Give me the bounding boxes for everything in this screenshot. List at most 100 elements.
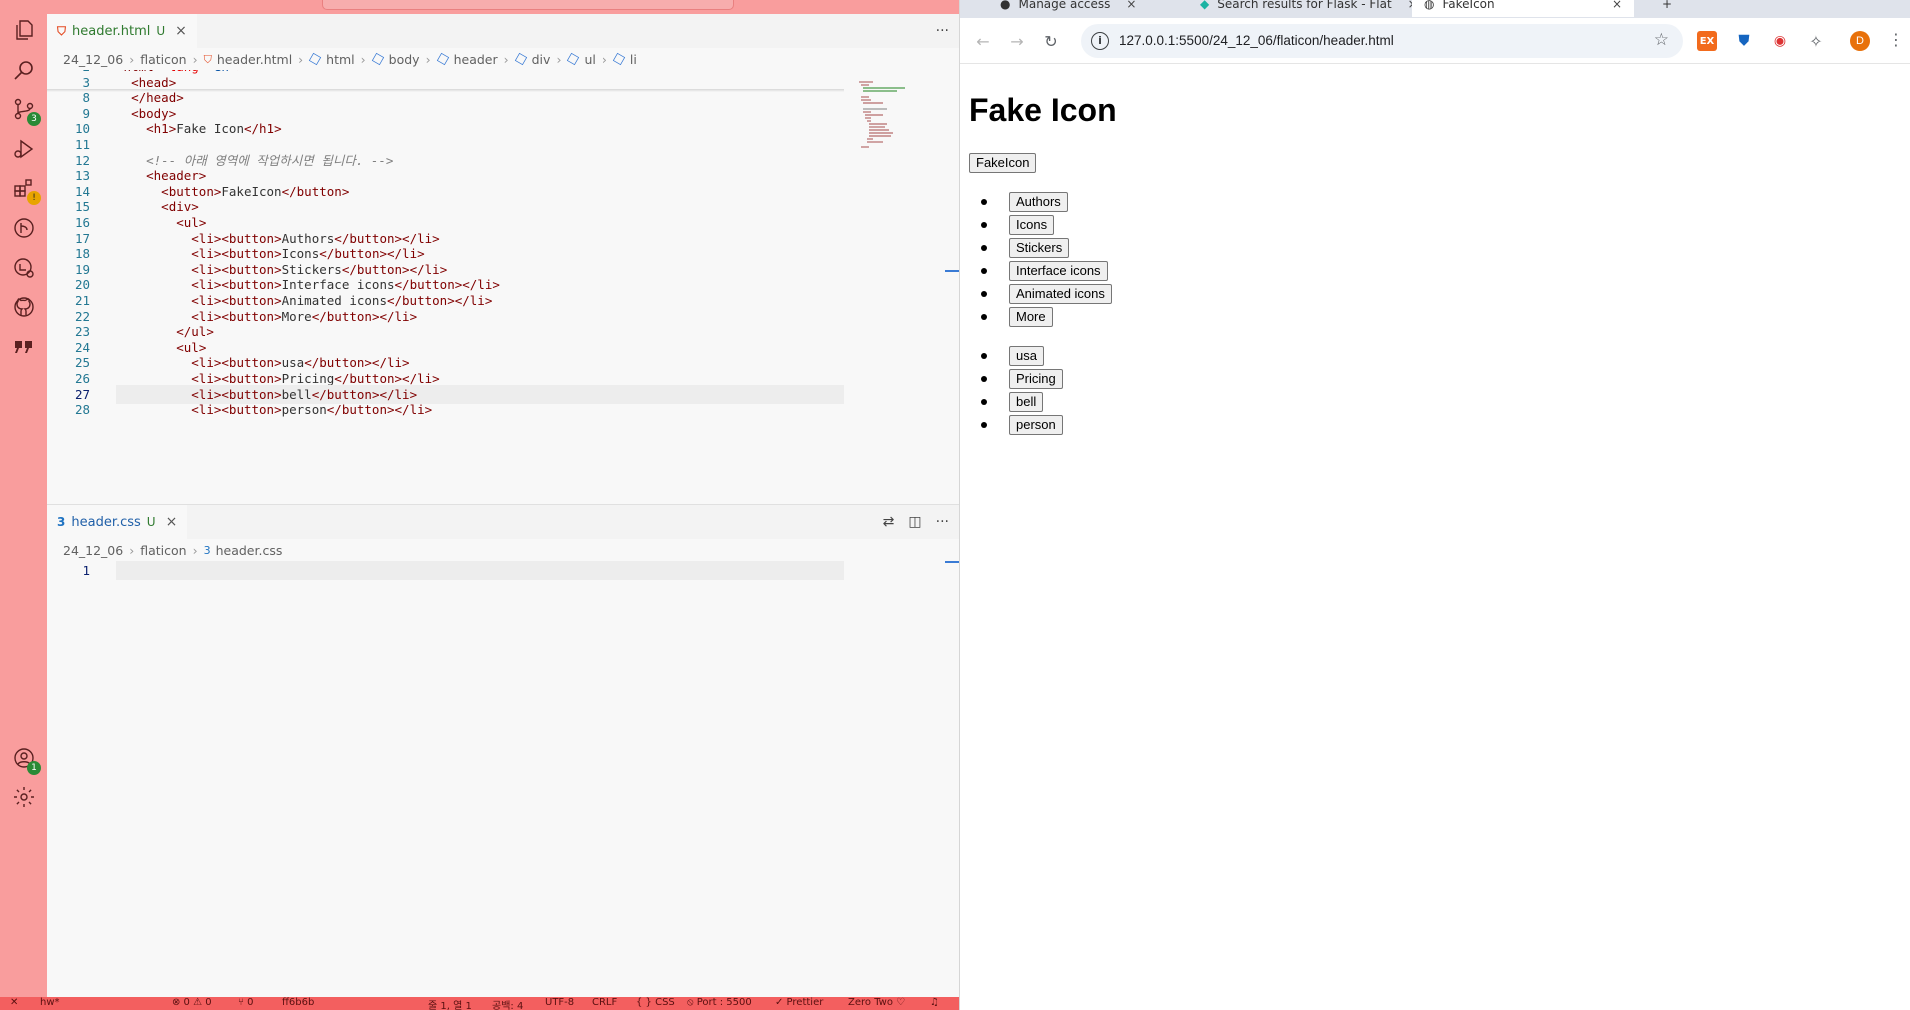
command-center[interactable] (322, 0, 734, 10)
address-url[interactable]: 127.0.0.1:5500/24_12_06/flaticon/header.… (1119, 24, 1394, 58)
browser-tab-title: FakeIcon (1442, 0, 1495, 11)
open-changes-icon[interactable]: ⇄ (883, 514, 895, 530)
profile-avatar[interactable]: D (1850, 31, 1870, 51)
source-control-icon[interactable]: 3 (11, 96, 41, 126)
breadcrumb-item[interactable]: 24_12_06 (63, 52, 123, 67)
nav-icons-button[interactable]: Icons (1009, 215, 1055, 235)
code-token: </ (326, 402, 342, 418)
more-actions-icon[interactable]: ··· (936, 514, 949, 530)
breadcrumb-item[interactable]: header.css (216, 543, 283, 558)
symbol-element-icon (612, 52, 625, 66)
breadcrumb-item[interactable]: flaticon (140, 543, 186, 558)
status-encoding[interactable]: UTF-8 (545, 997, 574, 1008)
chrome-menu-icon[interactable]: ⋮ (1888, 30, 1904, 49)
bookmark-star-icon[interactable]: ☆ (1654, 30, 1669, 50)
browser-toolbar: ← → ↻ i 127.0.0.1:5500/24_12_06/flaticon… (960, 18, 1910, 64)
breadcrumb-item[interactable]: li (630, 52, 637, 67)
browser-tab-close-icon[interactable]: × (1612, 0, 1622, 11)
css-editor[interactable]: 1 (47, 561, 959, 997)
remote-indicator-icon[interactable]: ✕ (10, 997, 18, 1008)
breadcrumb-separator: › (503, 51, 509, 67)
address-bar[interactable]: i 127.0.0.1:5500/24_12_06/flaticon/heade… (1081, 24, 1683, 58)
brand-button[interactable]: FakeIcon (969, 153, 1037, 173)
breadcrumb-item[interactable]: 24_12_06 (63, 543, 123, 558)
breadcrumb-item[interactable]: div (532, 52, 551, 67)
code-text: <li><button>person</button></li> (116, 400, 432, 419)
breadcrumb-item[interactable]: header (454, 52, 498, 67)
github-icon: ● (1000, 0, 1011, 11)
extension-ex-icon[interactable]: EX (1697, 31, 1717, 51)
settings-gear-icon[interactable] (11, 784, 37, 810)
explorer-icon[interactable] (11, 17, 37, 43)
quote-icon[interactable] (11, 334, 37, 360)
breadcrumb-item[interactable]: ul (584, 52, 595, 67)
remote-explorer-icon[interactable] (11, 255, 37, 281)
css-file-icon: 3 (203, 544, 211, 557)
browser-tab-search-results[interactable]: ◆ Search results for Flask - Flat × (1188, 0, 1418, 17)
nav-pricing-button[interactable]: Pricing (1009, 369, 1063, 389)
code-line[interactable]: 1 (47, 561, 959, 580)
rendered-page: Fake Icon FakeIcon Authors Icons Stickers I… (960, 64, 1910, 1010)
breadcrumb-separator: › (129, 542, 135, 558)
code-token: li (198, 402, 214, 418)
status-cursor-position[interactable]: 줄 1, 열 1 (428, 997, 472, 1010)
browser-tab-fakeicon[interactable]: ◍ FakeIcon × (1412, 0, 1634, 17)
breadcrumb-item[interactable]: html (326, 52, 354, 67)
list-bullet (981, 268, 987, 274)
extensions-puzzle-icon[interactable]: ✧ (1806, 31, 1826, 51)
accounts-icon[interactable]: 1 (11, 745, 41, 775)
more-actions-icon[interactable]: ··· (936, 23, 949, 39)
git-graph-icon[interactable] (11, 215, 37, 241)
code-token: button (228, 402, 275, 418)
github-icon[interactable] (11, 294, 37, 320)
site-info-icon[interactable]: i (1091, 32, 1109, 50)
page-title: Fake Icon (969, 92, 1117, 128)
status-branch[interactable]: hw* (40, 997, 60, 1008)
status-indentation[interactable]: 공백: 4 (492, 997, 523, 1010)
nav-usa-button[interactable]: usa (1009, 346, 1044, 366)
tab-header-html[interactable]: ⛉ header.html U × (47, 14, 197, 48)
html-editor[interactable]: 2<html lang="en">3 <head>8 </head>9 <bod… (47, 70, 959, 504)
nav-bell-button[interactable]: bell (1009, 392, 1044, 412)
nav-animated-icons-button[interactable]: Animated icons (1009, 284, 1112, 304)
breadcrumb-item[interactable]: body (389, 52, 420, 67)
status-language[interactable]: { } CSS (636, 997, 675, 1008)
search-icon[interactable] (11, 57, 37, 83)
split-editor-icon[interactable]: ◫ (908, 514, 921, 530)
code-line[interactable]: 28 <li><button>person</button></li> (47, 400, 959, 419)
status-prettier[interactable]: ✓ Prettier (775, 997, 823, 1008)
browser-window: ● Manage access × ◆ Search results for F… (959, 0, 1910, 1010)
notifications-bell-icon[interactable]: ♫ (930, 997, 939, 1008)
symbol-element-icon (514, 52, 527, 66)
status-ports[interactable]: ⑂ 0 (238, 997, 254, 1008)
nav-more-button[interactable]: More (1009, 307, 1053, 327)
list-bullet (981, 291, 987, 297)
nav-authors-button[interactable]: Authors (1009, 192, 1068, 212)
breadcrumb-item[interactable]: flaticon (140, 52, 186, 67)
run-debug-icon[interactable] (11, 136, 37, 162)
extensions-icon[interactable]: ! (11, 175, 41, 205)
new-tab-button[interactable]: + (1650, 0, 1684, 17)
tab-close-icon[interactable]: × (166, 514, 178, 530)
breadcrumb-item[interactable]: header.html (217, 52, 292, 67)
status-live-server-port[interactable]: ⦸ Port : 5500 (687, 997, 752, 1008)
nav-stickers-button[interactable]: Stickers (1009, 238, 1070, 258)
list-bullet (981, 353, 987, 359)
extension-camera-icon[interactable]: ◉ (1770, 31, 1790, 51)
extension-shield-icon[interactable]: ⛊ (1734, 31, 1754, 51)
tab-close-icon[interactable]: × (175, 23, 187, 39)
forward-arrow-icon[interactable]: → (1005, 29, 1029, 53)
breadcrumb-separator: › (129, 51, 135, 67)
back-arrow-icon[interactable]: ← (971, 29, 995, 53)
reload-icon[interactable]: ↻ (1039, 29, 1063, 53)
nav-person-button[interactable]: person (1009, 415, 1063, 435)
browser-tab-close-icon[interactable]: × (1126, 0, 1136, 11)
status-commit[interactable]: ff6b6b (282, 997, 314, 1008)
status-eol[interactable]: CRLF (592, 997, 617, 1008)
status-theme[interactable]: Zero Two ♡ (848, 997, 905, 1008)
tab-header-css[interactable]: 3 header.css U × (47, 505, 188, 539)
code-token: > (274, 402, 282, 418)
status-problems[interactable]: ⊗ 0 ⚠ 0 (172, 997, 212, 1008)
browser-tab-manage-access[interactable]: ● Manage access × (988, 0, 1178, 17)
nav-interface-icons-button[interactable]: Interface icons (1009, 261, 1108, 281)
